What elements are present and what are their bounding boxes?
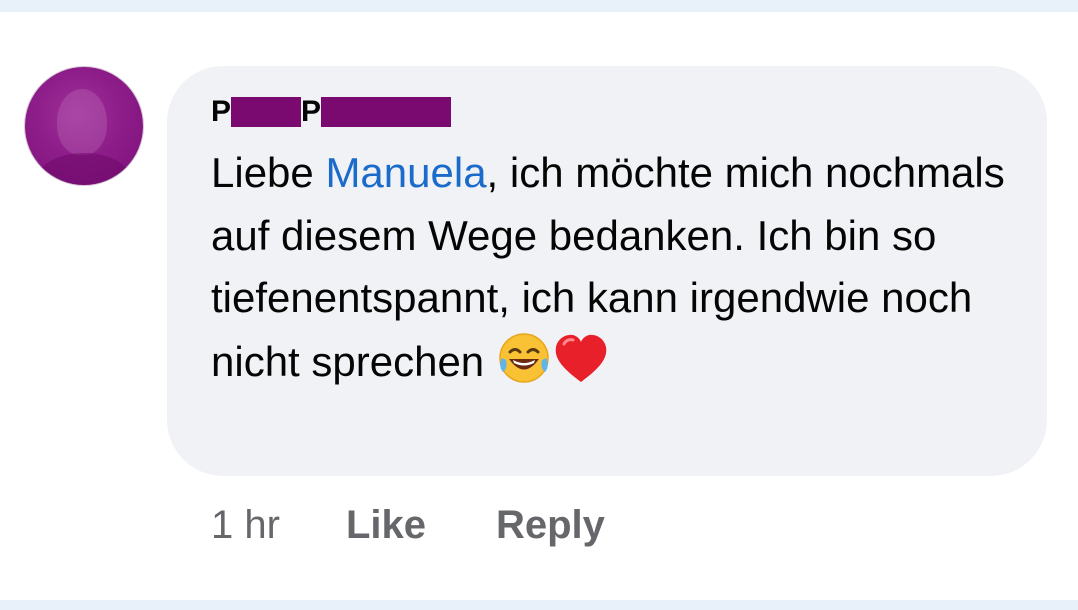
- comment-author-name[interactable]: PP: [211, 95, 452, 128]
- commenter-avatar[interactable]: [25, 67, 143, 185]
- avatar-face-shape: [57, 89, 107, 155]
- comment-actions: 1 hr Like Reply: [211, 500, 605, 550]
- reply-button[interactable]: Reply: [496, 500, 605, 550]
- mention-link[interactable]: Manuela: [325, 149, 486, 196]
- author-initial-first: P: [211, 95, 232, 128]
- comment-body: Liebe Manuela, ich möchte mich nochmals …: [211, 142, 1031, 403]
- bottom-divider-strip: [0, 600, 1078, 610]
- red-heart-emoji-icon: [552, 330, 610, 404]
- comment-timestamp[interactable]: 1 hr: [211, 500, 280, 550]
- laughing-with-tears-emoji-icon: [496, 330, 552, 404]
- avatar-shoulders-shape: [35, 153, 133, 185]
- top-divider-strip: [0, 0, 1078, 12]
- like-button[interactable]: Like: [346, 500, 426, 550]
- author-name-redaction-last: [321, 97, 452, 127]
- author-name-redaction-first: [231, 97, 302, 127]
- author-initial-last: P: [301, 95, 322, 128]
- comment-text-before-mention: Liebe: [211, 149, 326, 196]
